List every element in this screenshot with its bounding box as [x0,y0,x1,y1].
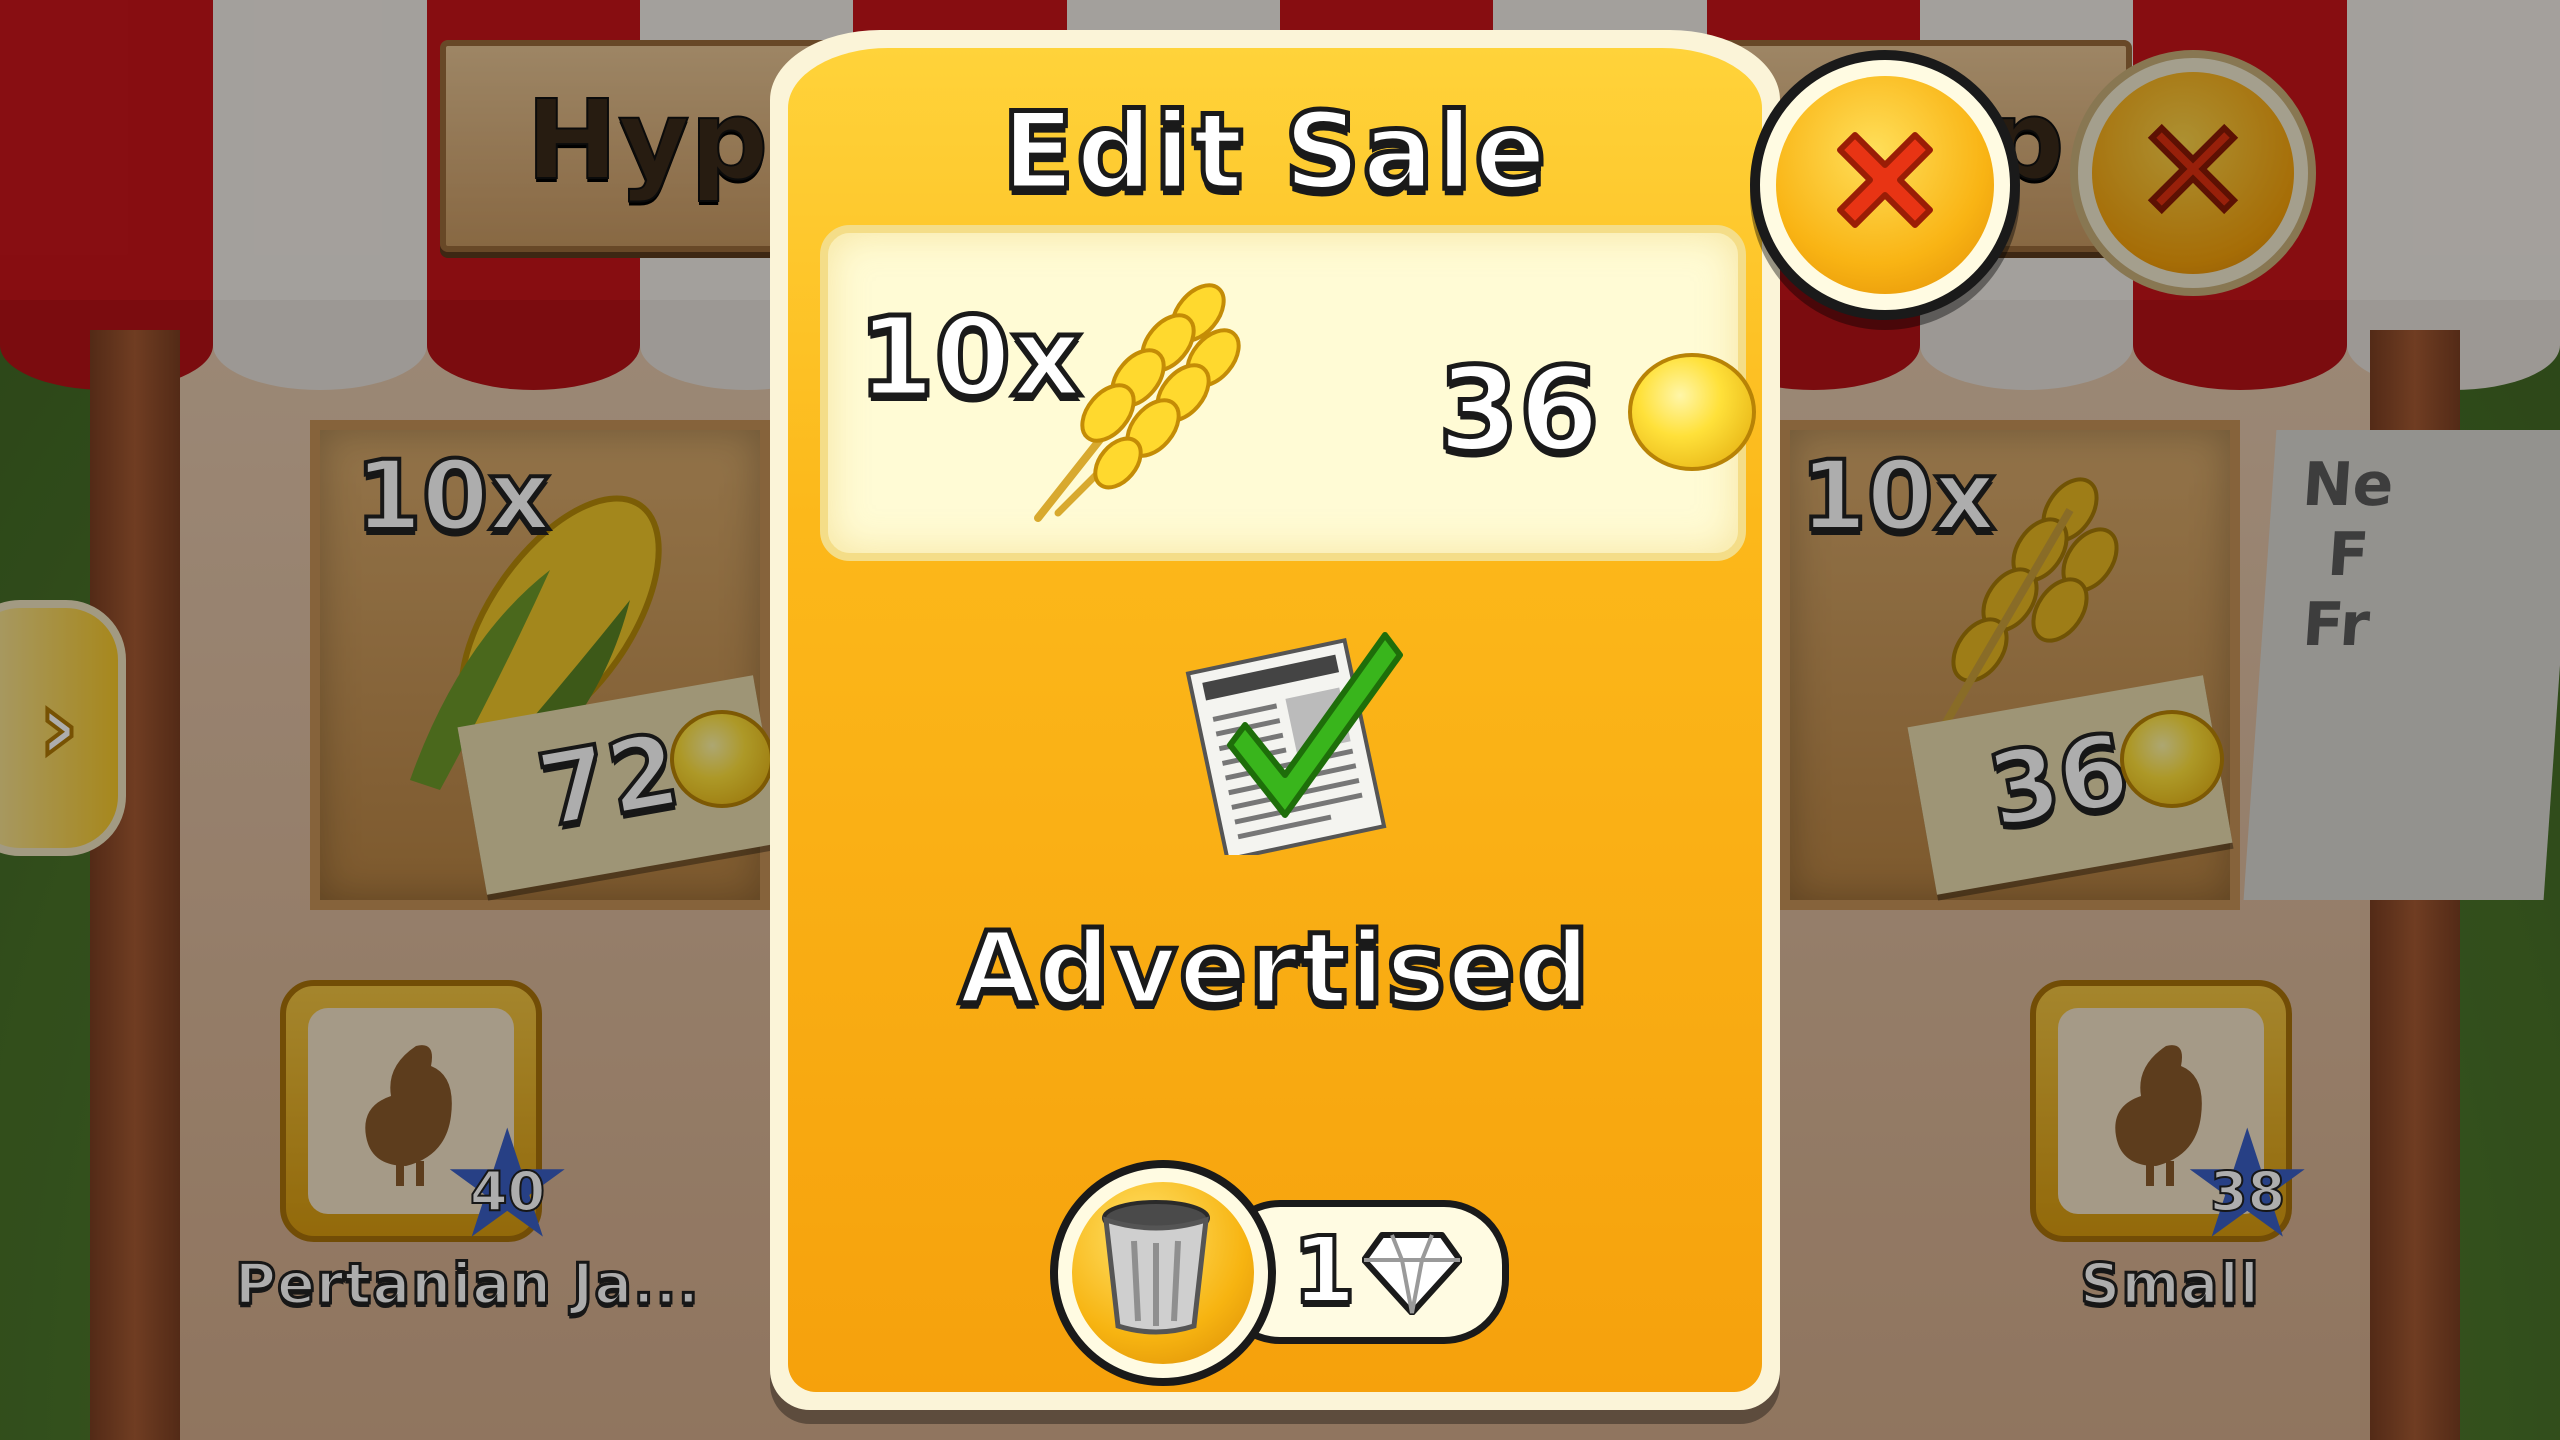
delete-cost-value: 1 [1290,1215,1358,1326]
sale-item-card: 10x 36 [820,225,1756,561]
delete-sale-button[interactable] [1050,1160,1276,1386]
close-dialog-button[interactable] [1750,50,2020,320]
coin-icon [1628,353,1756,471]
trash-can-icon [1102,1200,1210,1335]
wheat-icon [1034,283,1241,522]
item-price: 36 [1435,341,1601,481]
dialog-title: Edit Sale [999,88,1549,216]
close-x-icon [1837,132,1933,228]
advertised-newspaper-check-icon [1185,632,1403,855]
edit-sale-dialog: Edit Sale 10x 36 Advertised 1 [770,30,1780,1410]
sale-status-label: Advertised [956,908,1592,1030]
diamond-icon [1362,1232,1462,1315]
